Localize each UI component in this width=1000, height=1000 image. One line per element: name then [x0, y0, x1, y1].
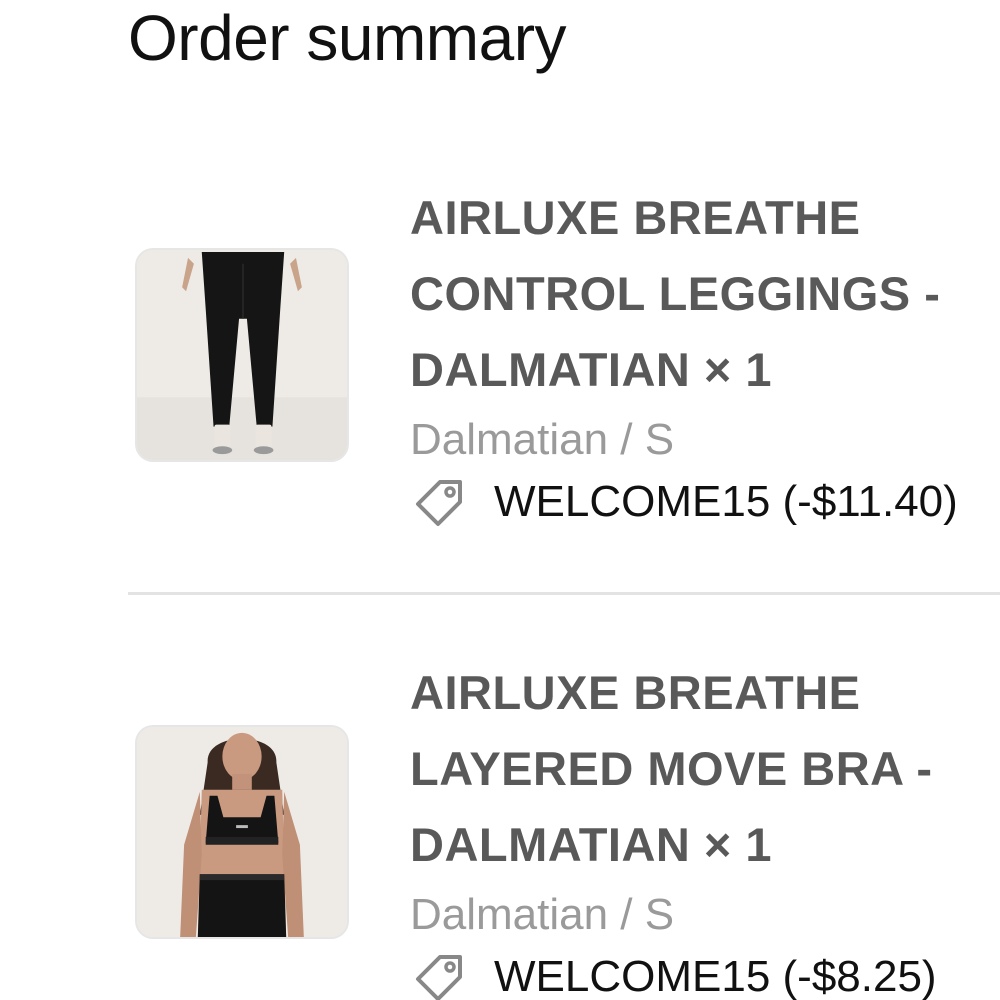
order-summary-page: Order summary AIRLUXE BREATHE CONTROL LE…	[0, 0, 1000, 1000]
discount-code: WELCOME15 (-$8.25)	[494, 952, 937, 1000]
product-name-line[interactable]: DALMATIAN × 1	[410, 332, 1000, 408]
product-name-line[interactable]: AIRLUXE BREATHE	[410, 655, 1000, 731]
tag-icon	[416, 955, 462, 1000]
item-details: AIRLUXE BREATHE CONTROL LEGGINGS - DALMA…	[410, 180, 1000, 530]
item-details: AIRLUXE BREATHE LAYERED MOVE BRA - DALMA…	[410, 655, 1000, 1000]
discount-row: WELCOME15 (-$8.25)	[410, 949, 1000, 1000]
tag-icon	[416, 480, 462, 526]
leggings-product-image	[137, 250, 347, 460]
product-variant: Dalmatian / S	[410, 890, 675, 939]
divider	[128, 592, 1000, 595]
product-variant: Dalmatian / S	[410, 415, 675, 464]
product-name-line[interactable]: AIRLUXE BREATHE	[410, 180, 1000, 256]
product-thumbnail[interactable]	[135, 725, 349, 939]
product-name-line[interactable]: CONTROL LEGGINGS -	[410, 256, 1000, 332]
bra-product-image	[137, 727, 347, 937]
page-title: Order summary	[128, 2, 567, 74]
discount-row: WELCOME15 (-$11.40)	[410, 474, 1000, 530]
product-name-line[interactable]: LAYERED MOVE BRA -	[410, 731, 1000, 807]
discount-code: WELCOME15 (-$11.40)	[494, 477, 958, 526]
product-name-line[interactable]: DALMATIAN × 1	[410, 807, 1000, 883]
product-thumbnail[interactable]	[135, 248, 349, 462]
